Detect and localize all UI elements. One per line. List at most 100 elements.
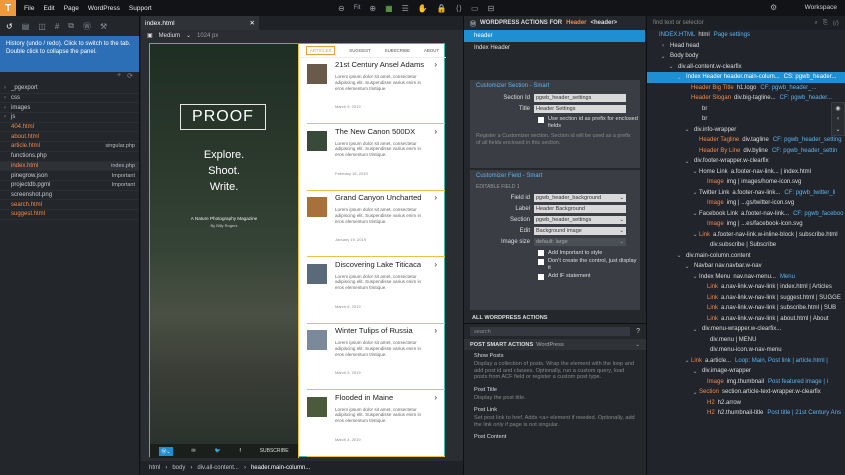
tree-node[interactable]: ⌄ Home Link a.footer-nav-link... | index.h…	[647, 167, 845, 178]
title-input[interactable]: Header Settings	[534, 104, 626, 113]
file-item[interactable]: projectdb.pgml Important	[0, 181, 139, 191]
menu-page[interactable]: Page	[64, 5, 79, 12]
wp-action-item[interactable]: Post Link Set post link to href. Adds <a>…	[464, 404, 646, 431]
tree-node[interactable]: div.menu-icon.w-nav-menu	[647, 345, 845, 356]
lock-icon[interactable]: 🔒	[437, 4, 447, 13]
article-thumbnail[interactable]	[307, 330, 327, 350]
nav-about[interactable]: ABOUT	[424, 48, 439, 53]
device-select[interactable]: Medium	[159, 33, 180, 39]
file-item[interactable]: search.html	[0, 200, 139, 210]
menu-wordpress[interactable]: WordPress	[88, 5, 120, 12]
workspace-button[interactable]: Workspace	[805, 4, 837, 11]
layout-icon[interactable]: ⊟	[488, 4, 495, 13]
file-item[interactable]: › js	[0, 113, 139, 123]
edit-select[interactable]: Background image ⌄	[534, 227, 626, 235]
wp-action-item[interactable]: Post Title Display the post title.	[464, 384, 646, 405]
tree-node[interactable]: ⌄ div.info-wrapper	[647, 125, 845, 136]
add-icon[interactable]: +	[117, 72, 121, 84]
tree-node[interactable]: ⌄ Navbar nav.navbar.w-nav	[647, 261, 845, 272]
article-thumbnail[interactable]	[307, 130, 327, 151]
tree-node[interactable]: br	[647, 104, 845, 115]
expand-icon[interactable]: ⌄	[691, 210, 699, 217]
zoom-out-icon[interactable]: ⊖	[338, 4, 345, 13]
file-item[interactable]: about.html	[0, 132, 139, 143]
expand-icon[interactable]: ⌄	[691, 368, 699, 375]
desktop-icon[interactable]: ▭	[471, 4, 479, 13]
tree-node[interactable]: ⌄ Index Menu nav.nav-menu... Menu	[647, 272, 845, 283]
tagline-3[interactable]: Write.	[150, 180, 298, 194]
actions-search-input[interactable]: search	[470, 327, 631, 336]
expand-icon[interactable]: ⌄	[675, 252, 683, 259]
file-item[interactable]: index.html index.php	[0, 161, 139, 172]
code-icon[interactable]: ⟨⟩	[456, 4, 462, 13]
files-icon[interactable]: ▤	[22, 22, 30, 31]
css-icon[interactable]: #	[55, 22, 59, 31]
crumb-div[interactable]: div.all-content...	[197, 465, 239, 471]
expand-icon[interactable]: ⌄	[683, 357, 691, 364]
article-title[interactable]: 21st Century Ansel Adams	[335, 60, 431, 69]
hero-header[interactable]: PROOF Explore. Shoot. Write. A Nature Ph…	[150, 44, 298, 458]
chevron-right-icon[interactable]: ›	[434, 326, 437, 335]
tree-node[interactable]: Image img.thumbnail Post featured image | …	[647, 377, 845, 388]
article-thumbnail[interactable]	[307, 64, 327, 84]
tree-node[interactable]: ⌄ div.footer-wrapper.w-clearfix	[647, 156, 845, 167]
tree-node[interactable]: Link a.nav-link.w-nav-link | about.html |…	[647, 314, 845, 325]
settings-icon[interactable]: ⚙	[770, 3, 777, 12]
tree-node[interactable]: H2 h2.thumbnail-title Post title | 21st Ce…	[647, 408, 845, 419]
help-icon[interactable]: ?	[636, 328, 646, 335]
article-card[interactable]: The New Canon 500DX Lorem ipsum dolor sit…	[307, 125, 445, 191]
tree-node[interactable]: ⌄ Link a.footer-nav-link.w-inline-block | …	[647, 230, 845, 241]
fit-label[interactable]: Fit	[354, 5, 361, 11]
tree-node[interactable]: Header By Line div.byline CF: pgwb_header_…	[647, 146, 845, 157]
tree-node[interactable]: ⌄ Facebook Link a.footer-nav-link... CF: pg…	[647, 209, 845, 220]
menu-file[interactable]: File	[24, 5, 34, 12]
home-icon[interactable]: ✉	[191, 448, 195, 454]
file-item[interactable]: › css	[0, 94, 139, 104]
wp-action-item[interactable]: Show Posts Display a collection of posts.…	[464, 350, 646, 384]
file-item[interactable]: screenshot.png	[0, 191, 139, 201]
article-title[interactable]: Discovering Lake Titicaca	[335, 260, 431, 269]
nav-subscribe[interactable]: SUBSCRIBE	[385, 48, 410, 53]
chevron-up-icon[interactable]: ‹	[837, 116, 839, 122]
wp-element-name[interactable]: Index Header	[464, 42, 645, 54]
history-icon[interactable]: ↺	[6, 22, 13, 31]
tree-node[interactable]: H2 h2.arrow	[647, 398, 845, 409]
chevron-down-icon[interactable]: ⌄	[835, 126, 840, 133]
refresh-icon[interactable]: ⟳	[127, 72, 133, 84]
site-logo[interactable]: PROOF	[180, 104, 266, 130]
menu-edit[interactable]: Edit	[43, 5, 54, 12]
article-thumbnail[interactable]	[307, 396, 327, 417]
code-icon[interactable]: ⟨/⟩	[833, 20, 839, 27]
wp-badge-icon[interactable]: Ⓦ⌄	[159, 446, 173, 456]
tree-node[interactable]: ⌄ Section section.article-text-wrapper.w-c…	[647, 387, 845, 398]
tree-node[interactable]: › Head head	[647, 41, 845, 52]
twitter-icon[interactable]: 🐦	[214, 448, 220, 454]
section-id-input[interactable]: pgwb_header_settings	[534, 93, 626, 102]
expand-icon[interactable]: ⌄	[691, 231, 699, 238]
tree-node[interactable]: ⌄ div.all-content.w-clearfix	[647, 62, 845, 73]
tree-node[interactable]: Header Tagline div.tagline CF: pgwb_header…	[647, 135, 845, 146]
crumb-body[interactable]: body	[172, 465, 185, 471]
wp-selected-element[interactable]: header	[464, 30, 645, 42]
file-item[interactable]: › images	[0, 103, 139, 114]
page-canvas[interactable]: PROOF Explore. Shoot. Write. A Nature Ph…	[149, 43, 446, 458]
tree-node[interactable]: ⌄ div.menu-wrapper.w-clearfix...	[647, 324, 845, 335]
expand-icon[interactable]: ⌄	[683, 126, 691, 133]
tree-search-input[interactable]: find text or selector	[653, 20, 814, 26]
expand-icon[interactable]: ›	[4, 95, 11, 101]
article-title[interactable]: Winter Tulips of Russia	[335, 326, 431, 335]
tools-icon[interactable]: ⚒	[100, 22, 107, 31]
link-icon[interactable]: ⧉	[68, 21, 74, 31]
article-card[interactable]: 21st Century Ansel Adams Lorem ipsum dolo…	[307, 58, 445, 124]
crumb-html[interactable]: html	[149, 465, 160, 471]
tab-index-html[interactable]: index.html ✕	[141, 16, 259, 30]
expand-icon[interactable]: ⌄	[691, 189, 699, 196]
expand-icon[interactable]: ›	[4, 105, 11, 111]
menu-support[interactable]: Support	[129, 5, 152, 12]
label-input[interactable]: Header Background	[534, 205, 626, 213]
article-card[interactable]: Winter Tulips of Russia Lorem ipsum dolor…	[307, 324, 445, 390]
article-card[interactable]: Grand Canyon Uncharted Lorem ipsum dolor …	[307, 191, 445, 257]
tagline-1[interactable]: Explore.	[150, 148, 298, 162]
tagline-2[interactable]: Shoot.	[150, 164, 298, 178]
post-smart-actions-header[interactable]: POST SMART ACTIONS WordPress ⌄	[464, 339, 646, 350]
